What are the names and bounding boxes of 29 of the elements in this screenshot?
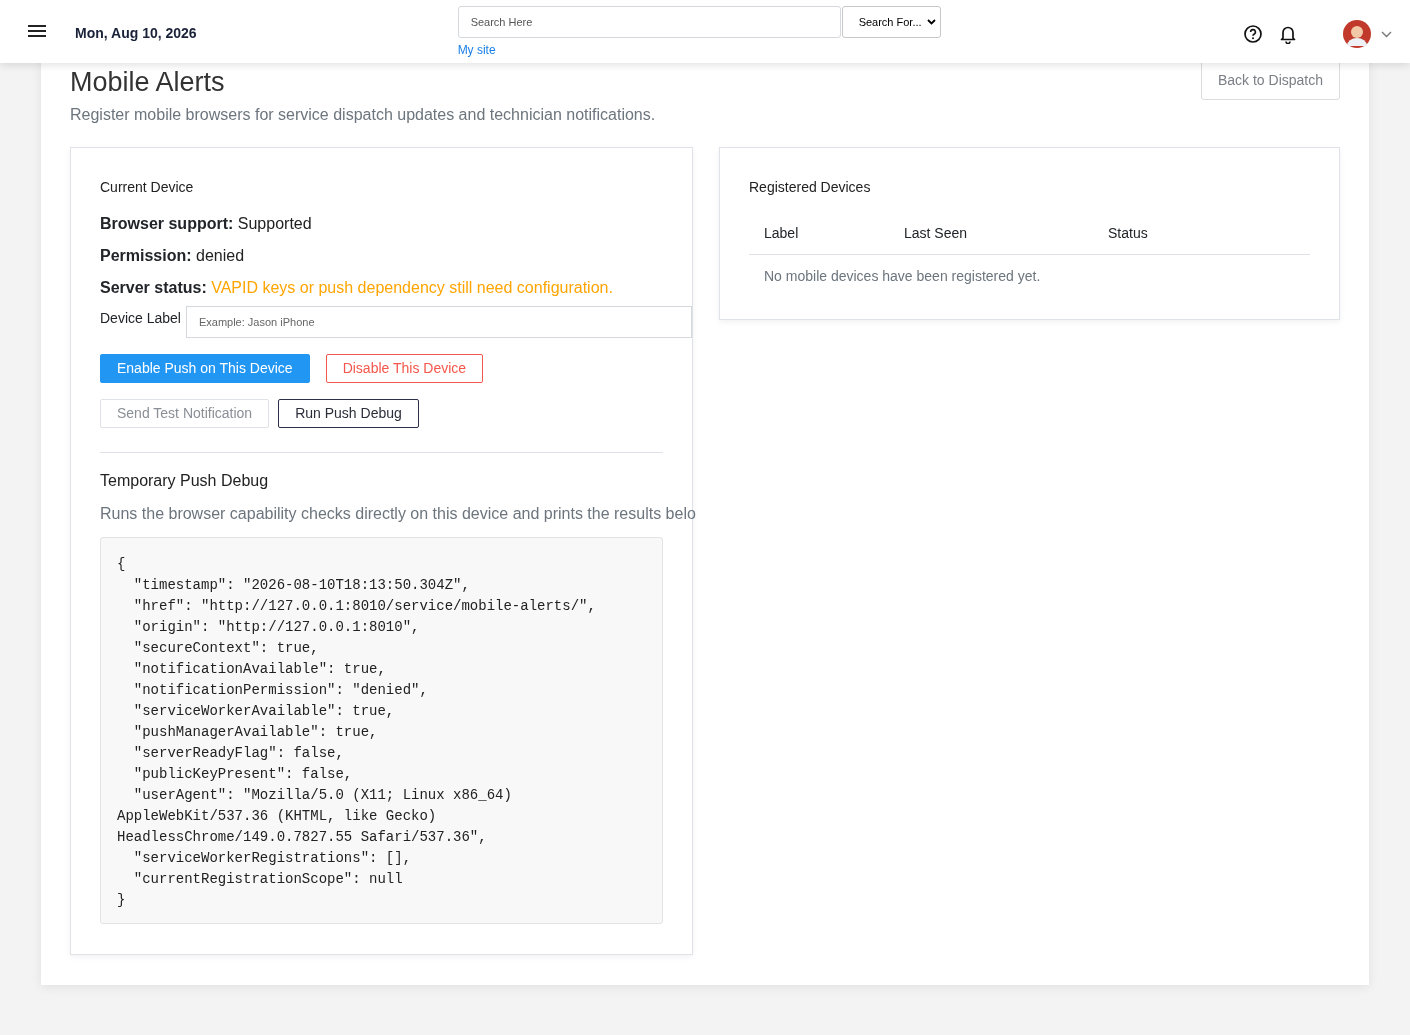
status-line: Server status: VAPID keys or push dependency still need configuration. — [100, 278, 614, 298]
search-scope-select[interactable]: Search For... — [841, 6, 941, 38]
action-button[interactable]: Enable Push on This Device — [100, 354, 310, 383]
empty-message: No mobile devices have been registered yet. — [763, 267, 1042, 286]
device-label-field[interactable]: Example: Jason iPhone — [185, 306, 692, 338]
status-line: Permission: denied — [100, 246, 246, 266]
column-header: Last Seen — [904, 224, 969, 243]
help-icon[interactable] — [1243, 24, 1263, 44]
avatar[interactable] — [1343, 20, 1371, 48]
card-title: Registered Devices — [749, 178, 872, 197]
disable-button[interactable]: Disable This Device — [325, 354, 484, 383]
back-button[interactable]: Back to Dispatch — [1200, 60, 1340, 100]
page-title: Mobile Alerts — [70, 66, 226, 98]
field-label: Device Label — [100, 309, 181, 328]
menu-icon[interactable] — [28, 22, 46, 40]
action-button[interactable]: Run Push Debug — [278, 399, 419, 428]
section-title: Temporary Push Debug — [100, 471, 270, 491]
column-header: Status — [1108, 224, 1148, 243]
debug-output: { "timestamp": "2026-08-10T18:13:50.304Z", "href": "http://127.0.0.1:8010/service/mobile-alerts/", "origin": "http://127.0.0.1:8010", "secureContext": true, "notificationAvailable": true, "notificationPermission": "denied", "serviceWorkerAvailable": true, "pushManagerAvailable": true, "serverReadyFlag": false, "publicKeyPresent": false, "userAgent": "Mozilla/5.0 (X11; Linux x86_64) AppleWebKit/537.36 (KHTML, like Gecko) HeadlessChrome/149.0.7827.55 Safari/537.36", "serviceWorkerRegistrations": [], "currentRegistrationScope": null } — [100, 537, 663, 924]
column-header: Label — [764, 224, 800, 243]
chevron-down-icon[interactable] — [1381, 30, 1392, 38]
bell-icon[interactable] — [1279, 24, 1297, 44]
page-subtitle: Register mobile browsers for service dispatch updates and technician notifications. — [70, 105, 656, 125]
current-date: Mon, Aug 10, 2026 — [75, 24, 197, 43]
site-link[interactable]: My site — [457, 41, 496, 59]
status-line: Browser support: Supported — [100, 214, 313, 234]
card-title: Current Device — [100, 178, 195, 197]
search-field[interactable]: Search Here — [457, 6, 841, 38]
chevron-down-icon — [926, 19, 936, 25]
